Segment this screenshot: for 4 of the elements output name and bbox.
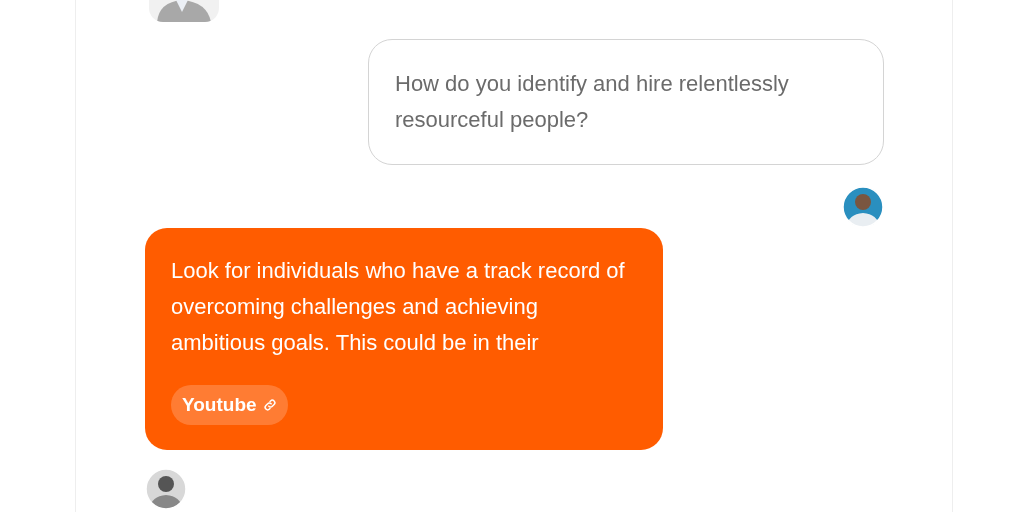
message-text: Look for individuals who have a track record of overcoming challenges and achieving ambitious goals. This could be in their	[171, 257, 626, 357]
source-link[interactable]: Youtube	[171, 385, 288, 425]
link-icon	[262, 398, 277, 412]
message-bubble: How do you identify and hire relentlessly resourceful people?	[368, 39, 884, 165]
